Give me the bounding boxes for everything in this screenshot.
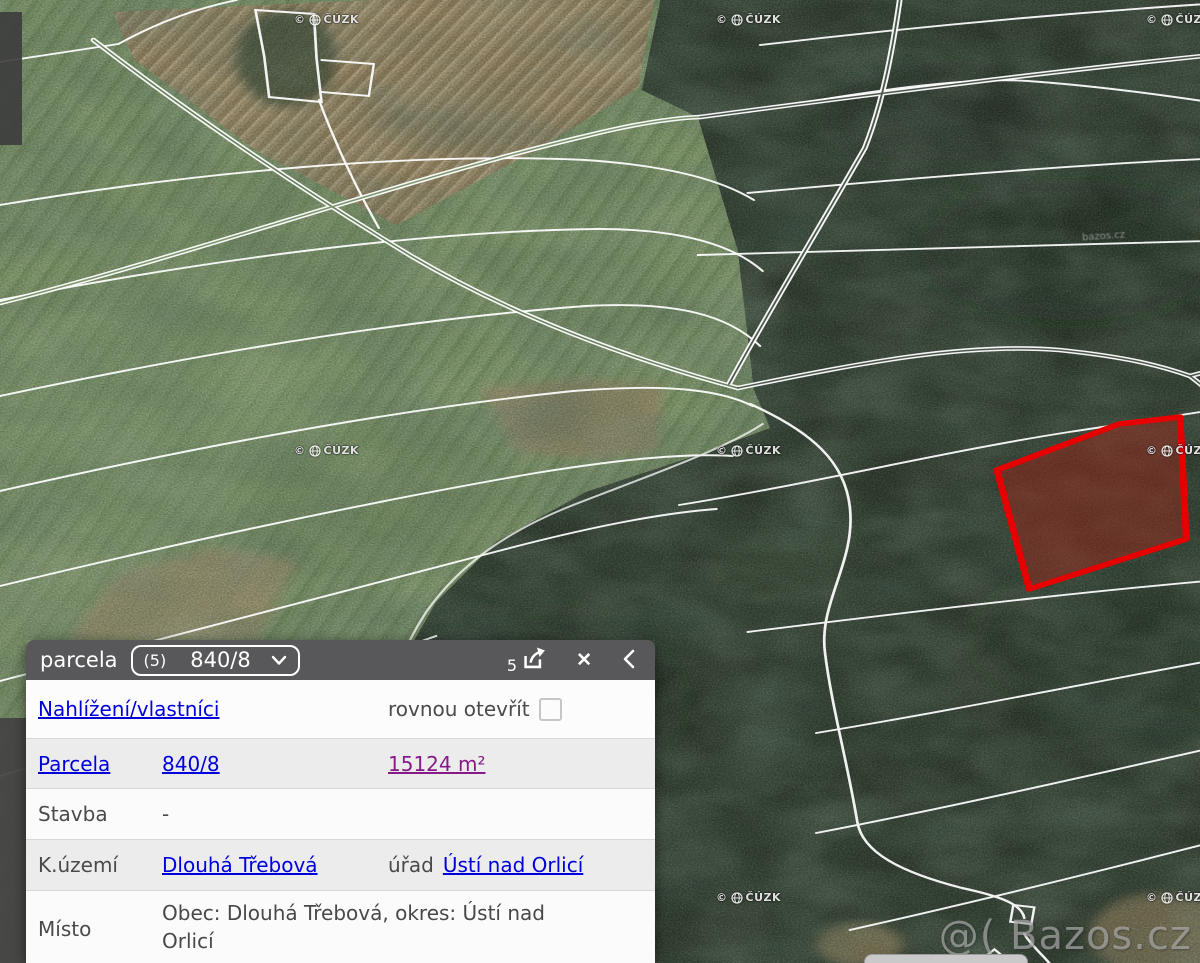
share-icon [520,645,548,675]
row-misto: Místo Obec: Dlouhá Třebová, okres: Ústí … [26,890,655,963]
chevron-down-icon [271,655,287,666]
close-button[interactable]: ✕ [576,649,592,672]
stavba-label: Stavba [38,802,162,826]
parcel-area-link[interactable]: 15124 m² [388,752,655,776]
rovnou-otevrit-label: rovnou otevřít [388,697,530,721]
chevron-left-icon [622,649,635,672]
left-edge-overlay-top [0,12,22,145]
left-edge-overlay-bottom [0,718,26,963]
map-control-handle[interactable] [864,954,1028,963]
cadastral-map-app: ©ČÚZK ©ČÚZK ©ČÚZK ©ČÚZK ©ČÚZK ©ČÚZK ©ČÚZ… [0,0,1200,963]
urad-label: úřad [388,853,434,877]
stavba-value: - [162,802,388,826]
open-directly-checkbox[interactable] [539,698,562,721]
selector-count: (5) [144,651,167,670]
share-count-badge: 5 [507,656,517,675]
row-nahlizeni: Nahlížení/vlastníci rovnou otevřít [26,680,655,738]
parcel-number-link[interactable]: 840/8 [162,752,388,776]
kuzemi-label: K.území [38,853,162,877]
row-parcela: Parcela 840/8 15124 m² [26,738,655,788]
misto-label: Místo [38,917,162,941]
kuzemi-link[interactable]: Dlouhá Třebová [162,853,388,877]
parcel-selector-dropdown[interactable]: (5) 840/8 [131,645,300,676]
panel-header: parcela (5) 840/8 5 ✕ [26,640,655,680]
collapse-button[interactable] [622,649,635,672]
bazos-watermark: @( Bazos.cz [939,913,1192,959]
selector-value: 840/8 [190,648,251,672]
panel-title: parcela [40,648,118,672]
close-icon: ✕ [576,649,592,672]
urad-link[interactable]: Ústí nad Orlicí [443,853,583,877]
share-button[interactable] [520,645,548,675]
row-stavba: Stavba - [26,788,655,839]
nahlizeni-vlastnici-link[interactable]: Nahlížení/vlastníci [38,697,388,721]
row-kuzemi: K.území Dlouhá Třebová úřad Ústí nad Orl… [26,839,655,890]
parcel-info-panel: parcela (5) 840/8 5 ✕ [26,640,655,963]
misto-value: Obec: Dlouhá Třebová, okres: Ústí nad Or… [162,891,574,955]
parcela-link[interactable]: Parcela [38,752,162,776]
